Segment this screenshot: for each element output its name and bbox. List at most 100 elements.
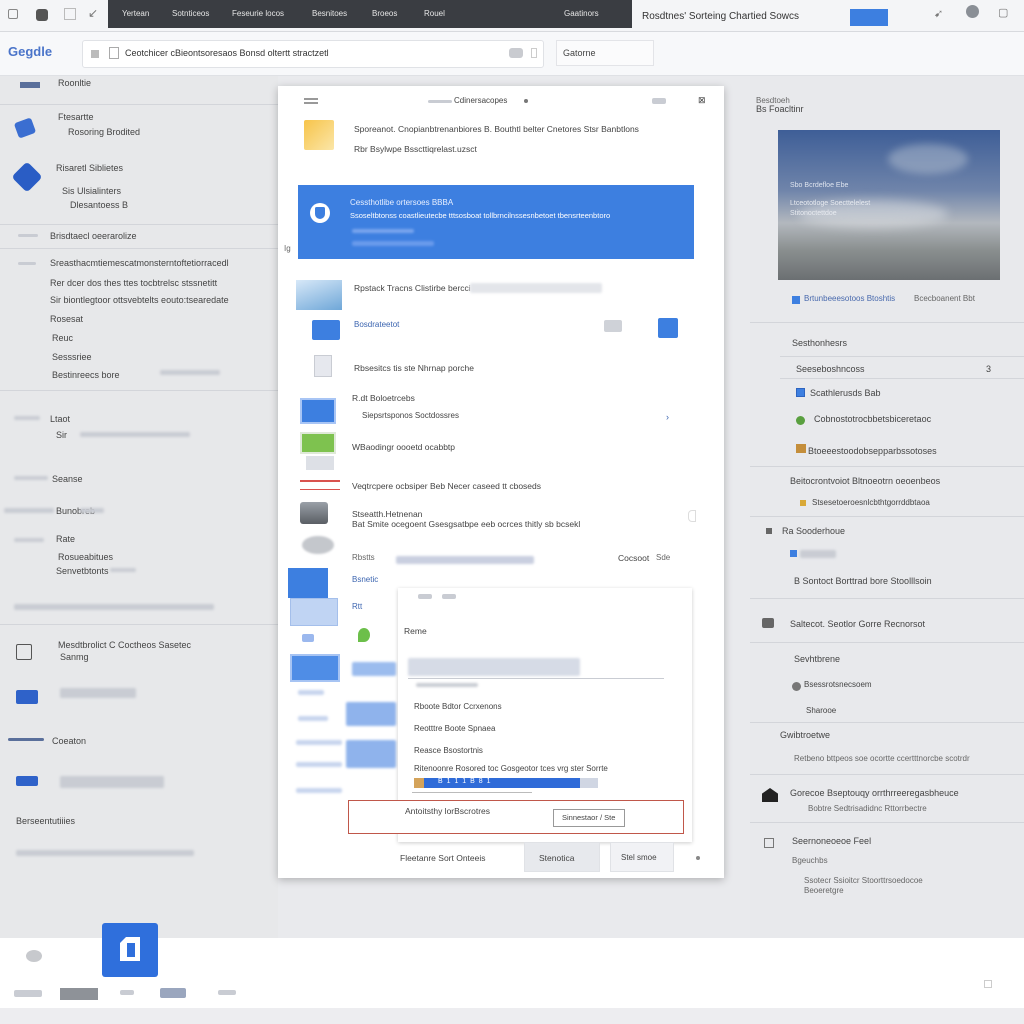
select-checkbox[interactable] [658,318,678,338]
sidebar-item[interactable]: Ftesartte [58,112,94,122]
sidebar-item[interactable]: Rer dcer dos thes ttes tocbtrelsc stssne… [50,278,217,288]
folder-icon [13,117,37,139]
secondary-footer-label: Stel smoe [621,853,657,862]
close-icon[interactable]: ⊠ [698,95,706,106]
panel-row[interactable]: Seeseboshncoss [796,364,865,374]
alert-action-button[interactable]: Sinnestaor / Ste [553,809,625,827]
list-item[interactable]: Rpstack Tracns Clistirbe bercci [354,283,471,293]
list-item[interactable]: WBaodingr oooetd ocabbtp [352,442,455,452]
primary-action-button[interactable] [850,9,888,26]
window-control-icon[interactable] [8,9,18,19]
sidebar-item[interactable]: Rosesat [50,314,83,324]
sidebar-item[interactable]: Sanmg [60,652,89,662]
list-item[interactable]: R.dt Boloetrcebs [352,393,415,403]
secondary-field[interactable]: Gatorne [556,40,654,66]
sub-item[interactable]: Rboote Bdtor Ccrxenons [414,702,502,711]
panel-row[interactable]: Sharooe [806,706,836,715]
checkbox-icon[interactable] [796,388,805,397]
tab[interactable]: Yertean [122,9,149,18]
list-item[interactable]: Bsnetic [352,575,378,584]
panel-row[interactable]: B Sontoct Borttrad bore Stoolllsoin [794,576,932,586]
search-input[interactable]: Ceotchicer cBieontsoresaos Bonsd oltertt… [82,40,544,68]
shortcut-icon[interactable] [20,82,40,88]
list-item[interactable]: Bosdrateetot [354,320,399,329]
image-overlay-text: Ltceototloge Soecttelelest [790,200,871,207]
list-item[interactable]: Siepsrtsponos Soctdossres [362,411,459,420]
menu-icon[interactable] [91,50,99,58]
sidebar-item[interactable]: Rosoring Brodited [68,127,140,137]
info-banner[interactable]: Cessthotlibe ortersoes BBBA Ssoseltbtons… [298,185,694,259]
panel-row[interactable]: Ra Sooderhoue [782,526,845,536]
sidebar-item[interactable]: Sesssriee [52,352,92,362]
panel-row[interactable]: Beitocrontvoiot Bltnoeotrn oeoenbeos [790,476,940,486]
tab[interactable]: Sotnticeos [172,9,209,18]
sidebar-item[interactable]: Rate [56,534,75,544]
tab[interactable]: Besnitoes [312,9,347,18]
list-item[interactable]: Veqtrcpere ocbsiper Beb Necer caseed tt … [352,481,541,491]
sidebar-item[interactable]: Sir [56,430,67,440]
panel-row[interactable]: Btoeeestoodobsepparbssotoses [808,446,937,456]
panel-row[interactable]: Cobnostotrocbbetsbiceretaoc [814,414,931,424]
chevron-right-icon[interactable]: › [666,412,669,422]
sub-item[interactable]: Reotttre Boote Spnaea [414,724,495,733]
panel-row[interactable]: Saltecot. Seotlor Gorre Recnorsot [790,619,925,629]
app-menu-icon[interactable] [36,9,48,21]
bookmark-icon[interactable] [509,48,523,58]
sidebar-item[interactable]: Dlesantoess B [70,200,128,210]
panel-row[interactable]: Gorecoe Bseptouqy orrthrreeregasbheuce [790,788,959,798]
sidebar-item[interactable]: Sreasthacmtiemescatmonsterntoftetiorrace… [50,258,229,268]
banner-text: Ssoseltbtonss coastlieutecbe tttsosboat … [350,211,611,220]
window-control-icon[interactable] [64,8,76,20]
sidebar-item[interactable]: Risaretl Siblietes [56,163,123,173]
footer-link[interactable]: Fleetanre Sort Onteeis [400,853,486,863]
panel-row[interactable]: Scathlerusds Bab [810,388,881,398]
list-item[interactable]: Stseatth.Hetnenan [352,509,422,519]
sidebar-item[interactable]: Seanse [52,474,83,484]
tab[interactable]: Broeos [372,9,397,18]
list-item[interactable]: Rbsesitcs tis ste Nhrnap porche [354,363,474,373]
sub-item[interactable]: Ritenoonre Rosored toc Gosgeotor tces vr… [414,764,608,773]
app-launcher-icon[interactable] [102,923,158,977]
square-icon [764,838,774,848]
page-icon [109,47,119,59]
palette-icon[interactable] [966,5,979,18]
progress-bar[interactable]: B 1 1 1 B 8 1 [414,778,598,788]
sidebar-item[interactable]: Coeaton [52,736,86,746]
mouse-icon[interactable] [26,950,42,962]
sub-item[interactable]: Reasce Bsostortnis [414,746,483,755]
tab[interactable]: Rouel [424,9,445,18]
secondary-footer-button[interactable]: Stel smoe [610,842,674,872]
pin-icon[interactable]: ➹ [934,7,943,20]
sidebar-item[interactable]: Sir biontlegtoor ottsvebtelts eouto:tsea… [50,295,229,305]
back-icon[interactable]: ↙ [88,6,98,20]
extension-icon[interactable] [531,48,537,58]
sidebar-item[interactable]: Brisdtaecl oeerarolize [50,231,137,241]
panel-row[interactable]: Stsesetoeroesnlcbthtgorrddbtaoa [812,498,930,507]
close-icon[interactable]: ▢ [998,6,1008,19]
sidebar-item[interactable]: Senvetbtonts [56,566,109,576]
sidebar-item[interactable]: Berseentutiiies [16,816,75,826]
panel-row[interactable]: Bsessrotsnecsoem [804,680,872,689]
preview-image[interactable]: Sbo Bcrdefloe Ebe Ltceototloge Soecttele… [778,130,1000,280]
menu-icon[interactable] [304,98,318,104]
primary-footer-button[interactable]: Stenotica [524,842,600,872]
sidebar-item[interactable]: Roonltie [58,78,91,88]
sidebar-item[interactable]: Reuc [52,333,73,343]
sidebar-item[interactable]: Rosueabitues [58,552,113,562]
image-caption[interactable]: Brtunbeeesotoos Btoshtis [804,294,895,303]
sidebar-item[interactable]: Sis Ulsialinters [62,186,121,196]
tab[interactable]: Gaatinors [564,9,599,18]
panel-row[interactable]: Seernoneoeoe Feel [792,836,871,846]
sidebar-item[interactable]: Bestinreecs bore [52,370,120,380]
list-item[interactable]: Rbstts [352,553,375,562]
list-item[interactable]: Rtt [352,602,362,611]
list-item[interactable]: Bat Smite ocegoent Gsesgsatbpe eeb ocrce… [352,519,580,529]
list-item[interactable]: Sde [656,553,670,562]
more-dot[interactable] [696,856,700,860]
tab[interactable]: Feseurie locos [232,9,284,18]
sidebar-item[interactable]: Mesdtbrolict C Coctheos Sasetec [58,640,191,650]
sidebar-item[interactable]: Ltaot [50,414,70,424]
leaf-icon [358,628,370,642]
row-count: 3 [986,364,992,374]
list-item[interactable]: Cocsoot [618,553,649,563]
